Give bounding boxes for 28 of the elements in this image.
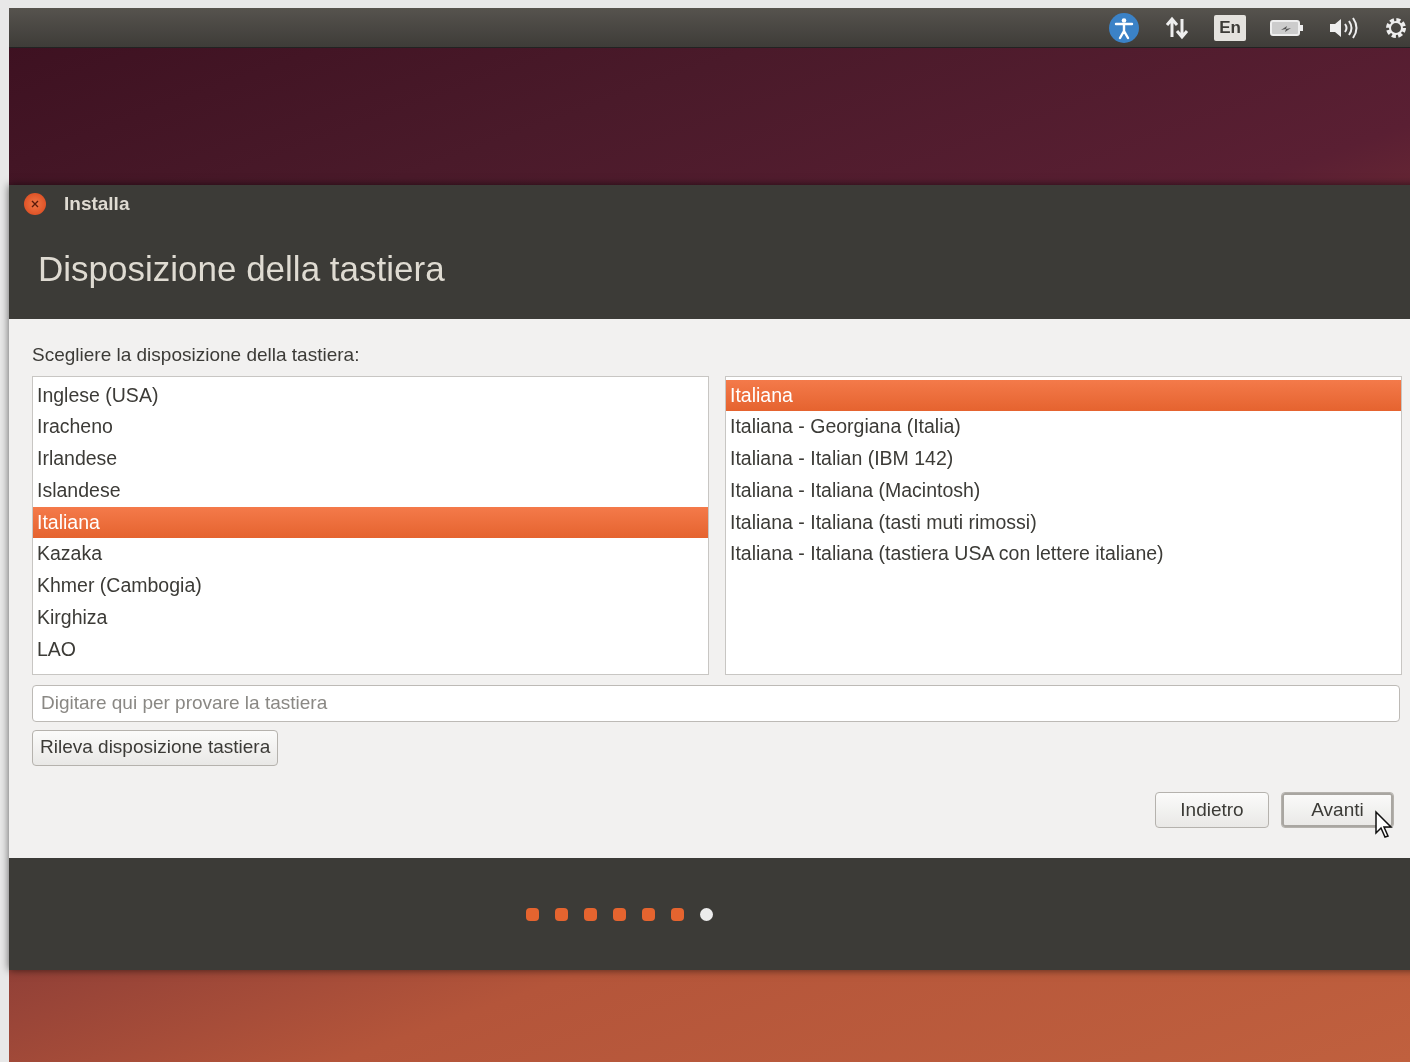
keyboard-test-field[interactable]: Digitare qui per provare la tastiera [32,684,1400,722]
keyboard-language-indicator[interactable]: En [1214,14,1246,41]
prompt-label: Scegliere la disposizione della tastiera: [32,343,361,367]
list-item[interactable]: Khmer (Cambogia) [33,570,708,603]
list-item[interactable]: Kazaka [33,538,708,571]
list-item[interactable]: Kirghiza [33,602,708,634]
list-item[interactable]: LAO [33,633,708,666]
list-item[interactable]: Italiana - Georgiana (Italia) [726,411,1401,444]
list-item[interactable]: Islandese [33,474,708,507]
close-button[interactable] [24,193,46,215]
window-title: Installa [64,191,130,216]
list-item[interactable]: Iracheno [33,411,708,444]
list-item[interactable]: Italiana - Italian (IBM 142) [726,443,1401,475]
volume-icon[interactable] [1328,15,1358,40]
list-item[interactable]: Italiana - Italiana (tasti muti rimossi) [726,506,1401,539]
close-icon [31,200,39,208]
nav-button[interactable]: Indietro [1155,792,1269,828]
network-arrows-icon[interactable] [1164,14,1191,41]
accessibility-icon[interactable] [1108,11,1141,44]
list-item[interactable]: Italiana - Italiana (tastiera USA con lettere italiane) [726,538,1401,571]
nav-button[interactable]: Avanti [1281,792,1394,828]
list-item[interactable]: Irlandese [33,443,708,475]
page-heading: Disposizione della tastiera [37,248,446,290]
mouse-pointer-icon [1374,810,1394,838]
list-item[interactable]: Inglese (USA) [33,379,708,412]
battery-icon[interactable] [1270,18,1304,37]
detect-layout-button[interactable]: Rileva disposizione tastiera [32,729,279,766]
list-item[interactable]: Italiana - Italiana (Macintosh) [726,474,1401,507]
